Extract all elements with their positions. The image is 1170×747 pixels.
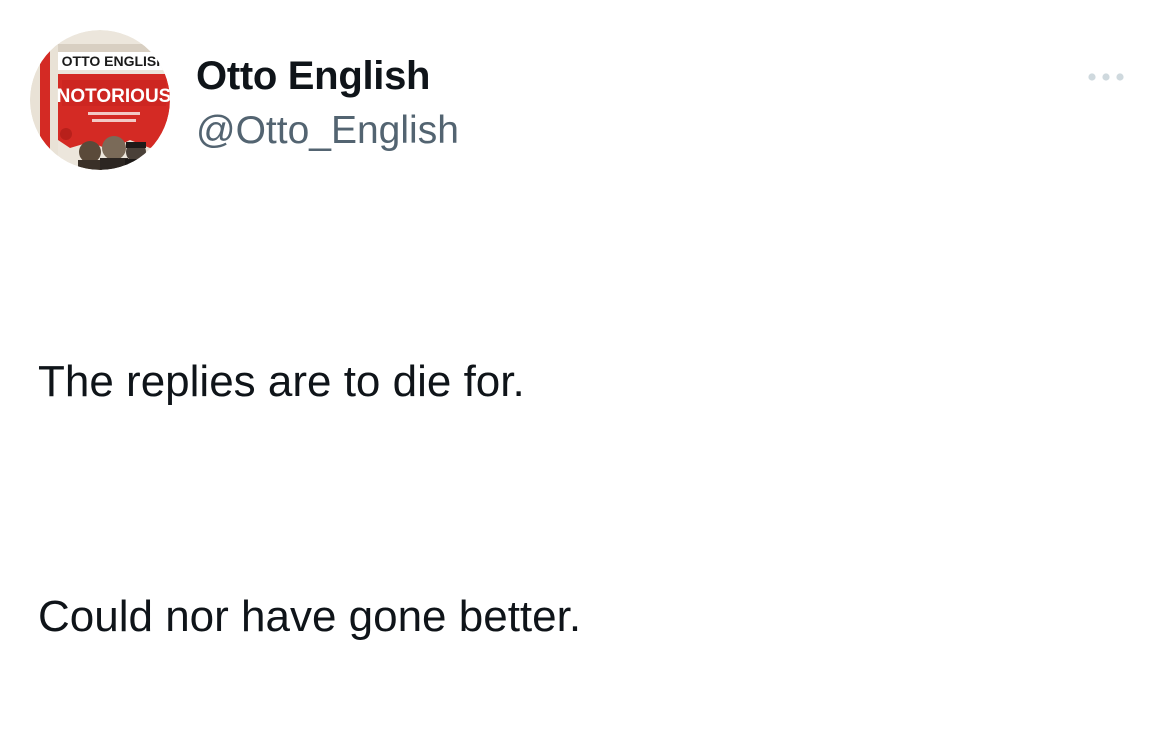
author-handle[interactable]: @Otto_English [196, 107, 459, 155]
tweet-body: The replies are to die for. Could nor ha… [38, 252, 1128, 747]
more-options-button[interactable] [1080, 62, 1132, 92]
avatar-author-text: OTTO ENGLISH [62, 53, 167, 69]
book-cover-avatar-image: OTTO ENGLISH NOTORIOUS [30, 30, 170, 170]
avatar-title-text: NOTORIOUS [57, 86, 170, 107]
tweet-paragraph: Could nor have gone better. [38, 592, 582, 641]
more-horizontal-icon [1088, 73, 1124, 81]
tweet-paragraph: The replies are to die for. [38, 357, 525, 406]
tweet-card: OTTO ENGLISH NOTORIOUS Otto English @Ott… [0, 0, 1170, 641]
author-display-name[interactable]: Otto English [196, 52, 430, 100]
avatar[interactable]: OTTO ENGLISH NOTORIOUS [30, 30, 170, 170]
